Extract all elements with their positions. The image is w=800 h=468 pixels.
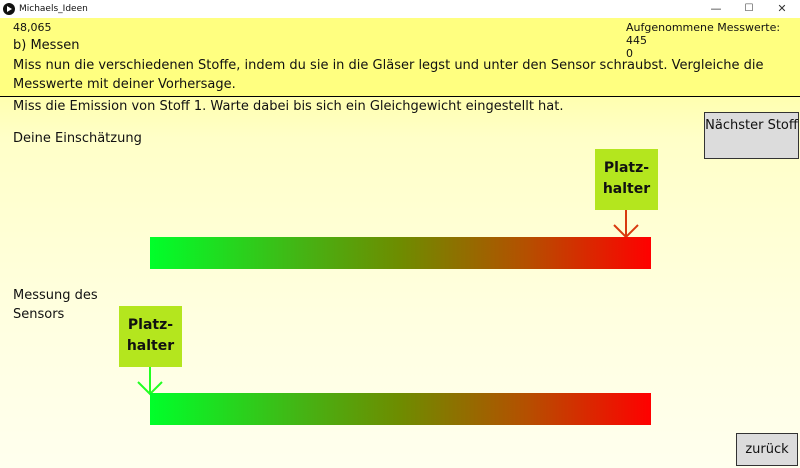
recorded-values-label: Aufgenommene Messwerte: 445: [626, 21, 781, 47]
estimate-marker-text-1: Platz-: [603, 160, 650, 176]
task-text: Miss die Emission von Stoff 1. Warte dab…: [13, 99, 564, 114]
next-substance-button[interactable]: Nächster Stoff: [704, 112, 799, 159]
value-readout: 48,065: [13, 21, 52, 34]
estimate-arrow-icon: [613, 210, 639, 239]
sensor-marker-text-2: halter: [126, 338, 175, 354]
sensor-label: Messung des Sensors: [13, 288, 98, 322]
estimate-marker-label[interactable]: Platz- halter: [595, 149, 658, 210]
maximize-icon[interactable]: ☐: [733, 0, 765, 18]
estimate-scale-bar: [150, 237, 651, 269]
sensor-marker-text-1: Platz-: [127, 317, 174, 333]
close-icon[interactable]: ✕: [766, 0, 798, 18]
estimate-marker-text-2: halter: [602, 181, 651, 197]
app-canvas: 48,065 Aufgenommene Messwerte: 445 0 b) …: [0, 18, 800, 468]
sensor-scale-bar: [150, 393, 651, 425]
title-bar: Michaels_Ideen — ☐ ✕: [0, 0, 800, 19]
processing-play-icon: [3, 3, 15, 15]
header-band: 48,065 Aufgenommene Messwerte: 445 0 b) …: [0, 18, 800, 97]
sensor-marker-label: Platz- halter: [119, 306, 182, 367]
instructions-text: Miss nun die verschiedenen Stoffe, indem…: [13, 58, 764, 92]
recorded-values: Aufgenommene Messwerte: 445 0: [626, 21, 800, 60]
estimate-label: Deine Einschätzung: [13, 131, 142, 146]
section-title: b) Messen: [13, 38, 80, 53]
sensor-arrow-icon: [137, 367, 163, 396]
window-title: Michaels_Ideen: [19, 4, 88, 14]
minimize-icon[interactable]: —: [700, 0, 732, 18]
back-button[interactable]: zurück: [736, 433, 798, 466]
